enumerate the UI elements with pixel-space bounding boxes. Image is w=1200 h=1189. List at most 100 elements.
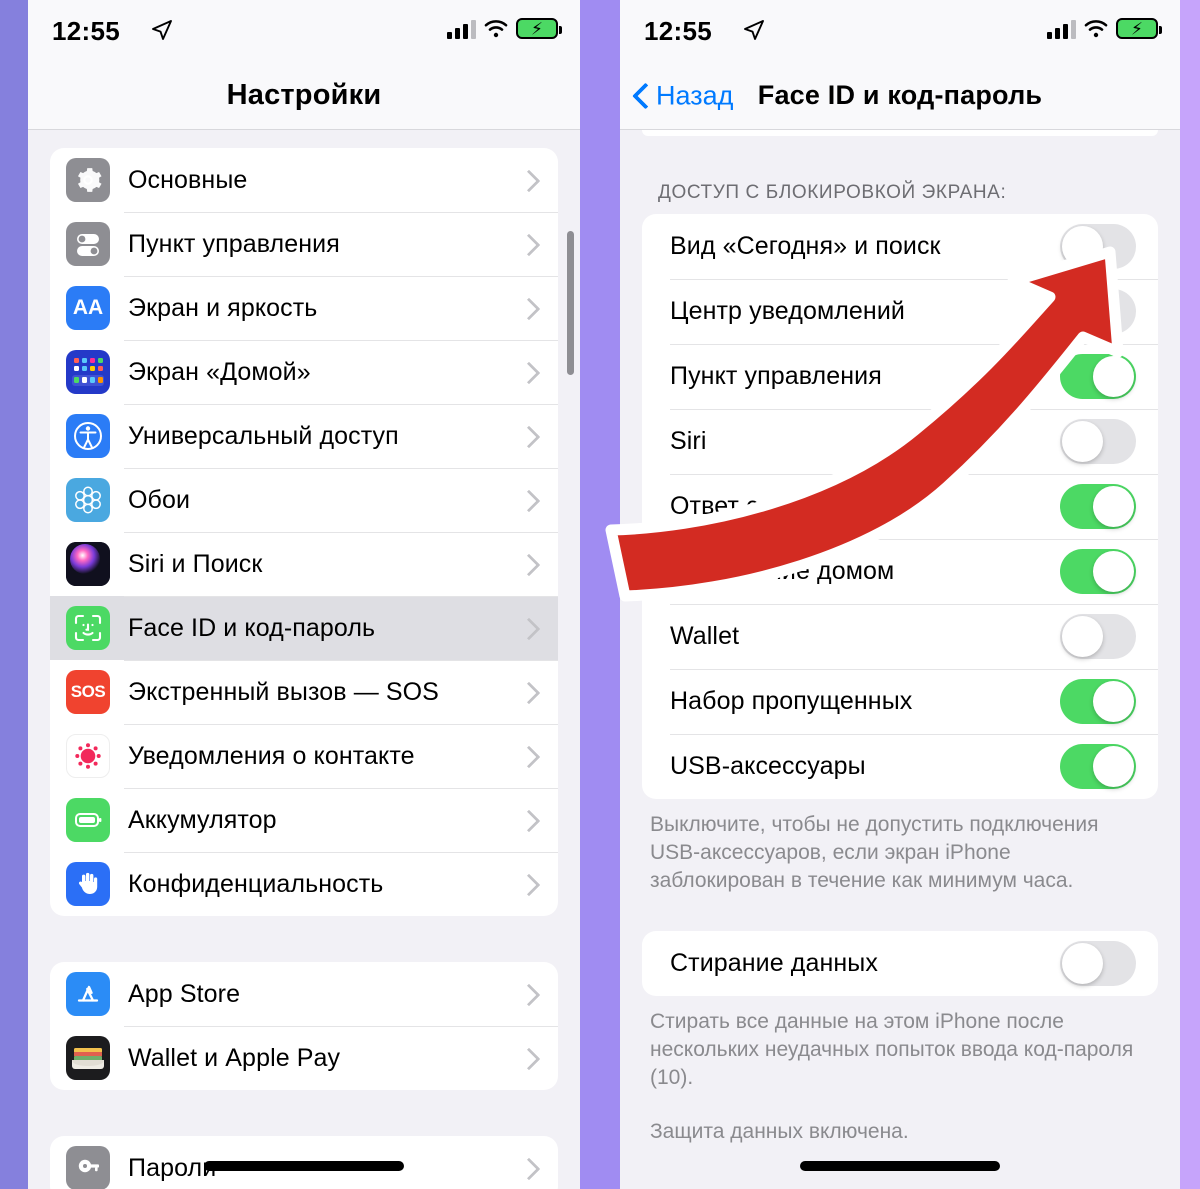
sidebar-item-accessibility[interactable]: Универсальный доступ <box>50 404 558 468</box>
toggle-switch[interactable] <box>1060 484 1136 529</box>
chevron-right-icon <box>521 1049 532 1068</box>
toggle-knob <box>1062 291 1103 332</box>
toggle-switch[interactable] <box>1060 679 1136 724</box>
left-status-bar: 12:55 ⚡ <box>28 0 580 62</box>
chevron-right-icon <box>521 491 532 510</box>
chevron-right-icon <box>521 555 532 574</box>
location-arrow-icon <box>742 18 766 49</box>
sidebar-item-privacy[interactable]: Конфиденциальность <box>50 852 558 916</box>
toggle-switch[interactable] <box>1060 940 1136 986</box>
right-status-bar: 12:55 ⚡ <box>620 0 1180 62</box>
right-phone-face-id-settings: 12:55 ⚡ Назад Face ID и код-пароль ДОСТУ… <box>620 0 1180 1189</box>
sidebar-item-control-center[interactable]: Пункт управления <box>50 212 558 276</box>
toggle-switch[interactable] <box>1060 354 1136 399</box>
toggle-label: Вид «Сегодня» и поиск <box>670 232 941 260</box>
battery-charging-icon: ⚡ <box>516 18 562 39</box>
cellular-bars-icon <box>447 19 476 39</box>
chevron-right-icon <box>521 811 532 830</box>
toggle-knob <box>1062 226 1103 267</box>
chevron-right-icon <box>521 1159 532 1178</box>
home-indicator <box>800 1161 1000 1171</box>
back-button-label: Назад <box>656 80 734 110</box>
vertical-scrollbar[interactable] <box>567 231 574 375</box>
sidebar-item-general[interactable]: Основные <box>50 148 558 212</box>
toggle-row-return-missed-calls[interactable]: Набор пропущенных <box>642 669 1158 734</box>
accessibility-icon <box>66 414 110 458</box>
right-nav-bar: Назад Face ID и код-пароль <box>620 62 1180 130</box>
contact-alert-icon <box>66 734 110 778</box>
toggle-switch[interactable] <box>1060 419 1136 464</box>
toggle-knob <box>1093 486 1134 527</box>
left-nav-bar: Настройки <box>28 62 580 130</box>
sidebar-item-label: Экран и яркость <box>128 293 318 322</box>
toggle-label: Стирание данных <box>670 948 878 977</box>
toggle-row-erase-data[interactable]: Стирание данных <box>642 931 1158 996</box>
chevron-right-icon <box>521 363 532 382</box>
sidebar-item-label: Face ID и код-пароль <box>128 613 376 642</box>
passwords-key-icon <box>66 1146 110 1189</box>
group-gap <box>28 916 580 962</box>
sidebar-item-battery[interactable]: Аккумулятор <box>50 788 558 852</box>
wifi-icon <box>1084 19 1108 39</box>
chevron-right-icon <box>521 619 532 638</box>
sidebar-item-display-brightness[interactable]: AA Экран и яркость <box>50 276 558 340</box>
group-gap <box>28 1090 580 1136</box>
sidebar-item-label: Универсальный доступ <box>128 421 399 450</box>
chevron-right-icon <box>521 171 532 190</box>
toggle-label: Набор пропущенных <box>670 687 913 715</box>
privacy-hand-icon <box>66 862 110 906</box>
chevron-right-icon <box>521 683 532 702</box>
page-title: Face ID и код-пароль <box>757 80 1043 110</box>
section-header-lock-screen-access: ДОСТУП С БЛОКИРОВКОЙ ЭКРАНА: <box>658 182 1007 203</box>
chevron-left-icon <box>634 84 648 108</box>
sidebar-item-label: Уведомления о контакте <box>128 741 415 770</box>
data-protection-note: Защита данных включена. <box>650 1119 909 1143</box>
toggle-switch[interactable] <box>1060 549 1136 594</box>
erase-data-card: Стирание данных <box>642 930 1158 996</box>
toggle-row-control-center[interactable]: Пункт управления <box>642 344 1158 409</box>
toggle-switch[interactable] <box>1060 224 1136 269</box>
home-screen-icon <box>66 350 110 394</box>
sidebar-item-label: Аккумулятор <box>128 805 277 834</box>
sidebar-item-label: App Store <box>128 979 241 1008</box>
sidebar-item-emergency-sos[interactable]: SOS Экстренный вызов — SOS <box>50 660 558 724</box>
toggle-row-usb-accessories[interactable]: USB-аксессуары <box>642 734 1158 799</box>
right-purple-edge <box>1180 0 1200 1189</box>
sidebar-item-home-screen[interactable]: Экран «Домой» <box>50 340 558 404</box>
sidebar-item-app-store[interactable]: App Store <box>50 962 558 1026</box>
sidebar-item-siri-search[interactable]: Siri и Поиск <box>50 532 558 596</box>
wallpaper-icon <box>66 478 110 522</box>
toggle-row-home-control[interactable]: Управление домом <box>642 539 1158 604</box>
toggle-switch[interactable] <box>1060 614 1136 659</box>
chevron-right-icon <box>521 427 532 446</box>
screenshot-stage: 12:55 ⚡ Настройки Основные Пункт управле… <box>0 0 1200 1189</box>
status-time: 12:55 <box>644 16 712 46</box>
sidebar-item-contact-alerts[interactable]: Уведомления о контакте <box>50 724 558 788</box>
back-button[interactable]: Назад <box>634 80 733 111</box>
toggle-label: Центр уведомлений <box>670 297 905 325</box>
toggle-switch[interactable] <box>1060 289 1136 334</box>
sidebar-item-label: Пункт управления <box>128 229 340 258</box>
toggle-knob <box>1093 551 1134 592</box>
toggle-row-wallet[interactable]: Wallet <box>642 604 1158 669</box>
toggle-switch[interactable] <box>1060 744 1136 789</box>
left-scroll-content[interactable]: Основные Пункт управления AA Экран и ярк… <box>28 130 580 1189</box>
chevron-right-icon <box>521 875 532 894</box>
gear-icon <box>66 158 110 202</box>
toggle-knob <box>1093 746 1134 787</box>
sidebar-item-wallpaper[interactable]: Обои <box>50 468 558 532</box>
toggle-row-reply-with-message[interactable]: Ответ сообщением <box>642 474 1158 539</box>
right-scroll-content[interactable]: ДОСТУП С БЛОКИРОВКОЙ ЭКРАНА: Вид «Сегодн… <box>620 130 1180 1189</box>
toggle-row-siri[interactable]: Siri <box>642 409 1158 474</box>
toggle-row-today-view-search[interactable]: Вид «Сегодня» и поиск <box>642 214 1158 279</box>
sidebar-item-label: Siri и Поиск <box>128 549 263 578</box>
settings-group-2: App Store Wallet и Apple Pay <box>50 962 558 1090</box>
sidebar-item-wallet-apple-pay[interactable]: Wallet и Apple Pay <box>50 1026 558 1090</box>
toggle-row-notification-center[interactable]: Центр уведомлений <box>642 279 1158 344</box>
erase-data-footnote: Стирать все данные на этом iPhone после … <box>650 1009 1134 1089</box>
sidebar-item-face-id-passcode[interactable]: Face ID и код-пароль <box>50 596 558 660</box>
lock-screen-access-card: Вид «Сегодня» и поиск Центр уведомлений … <box>642 214 1158 799</box>
siri-icon <box>66 542 110 586</box>
toggles-icon <box>66 222 110 266</box>
home-indicator <box>204 1161 404 1171</box>
